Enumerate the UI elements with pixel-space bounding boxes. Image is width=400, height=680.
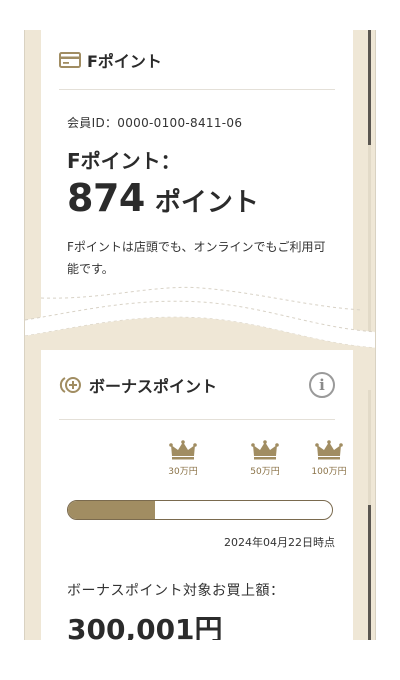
points-unit: ポイント: [154, 188, 259, 218]
tier-50: 50万円: [235, 440, 295, 477]
tier-100: 100万円: [299, 440, 359, 477]
bonus-plus-icon: [59, 376, 81, 393]
card-icon: [59, 51, 81, 68]
tier-label: 50万円: [250, 467, 280, 477]
crown-icon: [251, 440, 279, 460]
bonus-card-header: ボーナスポイント i: [59, 350, 335, 420]
points-display: 874 ポイント: [67, 176, 353, 220]
tier-markers: 30万円 50万円 100万円: [41, 420, 353, 490]
tier-label: 100万円: [311, 467, 347, 477]
tier-label: 30万円: [168, 467, 198, 477]
scrollbar-thumb-lower[interactable]: [368, 505, 371, 640]
info-icon[interactable]: i: [309, 371, 335, 398]
f-point-card-title: Fポイント: [87, 51, 162, 71]
crown-icon: [169, 440, 197, 460]
bonus-progress-bar: [67, 500, 333, 520]
points-usage-note: Fポイントは店頭でも、オンラインでもご利用可能です。: [67, 240, 326, 276]
bonus-card-title-group: ボーナスポイント: [59, 373, 217, 397]
scrollbar-thumb-upper[interactable]: [368, 30, 371, 145]
purchase-amount-label: ボーナスポイント対象お買上額：: [67, 583, 285, 599]
member-id: 会員ID：0000-0100-8411-06: [67, 116, 243, 130]
as-of-date: 2024年04月22日時点: [224, 536, 335, 549]
tier-30: 30万円: [153, 440, 213, 477]
bonus-progress-fill: [68, 501, 156, 519]
f-point-card-header: Fポイント: [59, 30, 335, 90]
bonus-point-card: ボーナスポイント i 30万円 50万円 100万円 2024年04月22日時点…: [41, 350, 353, 640]
points-value: 874: [67, 176, 145, 220]
crown-icon: [315, 440, 343, 460]
purchase-amount-value: 300,001円: [67, 613, 223, 640]
points-label: Fポイント：: [67, 149, 181, 173]
bonus-card-title: ボーナスポイント: [89, 376, 218, 396]
app-viewport: Fポイント 会員ID：0000-0100-8411-06 Fポイント： 874 …: [24, 30, 376, 640]
